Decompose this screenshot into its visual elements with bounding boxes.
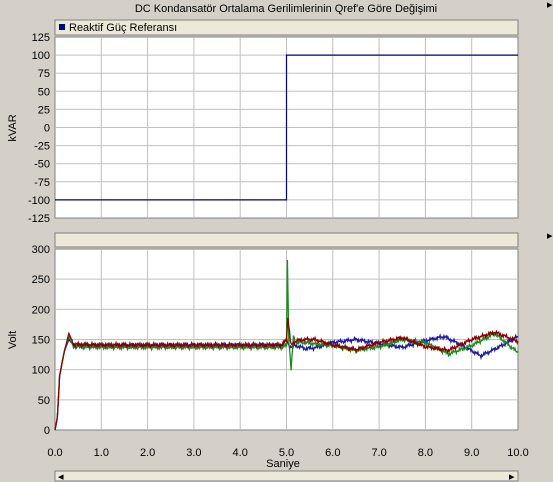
x-tick-label: 1.0 [94, 447, 109, 459]
top-plot: 125 100 75 50 25 0 -25 -50 -75 -100 -125 kVAR [7, 32, 519, 225]
bottom-plot: 300250200150100500 0.0 1.0 2.0 3.0 4.0 5.0 6.0… [7, 244, 529, 470]
legend-swatch-reaktif [59, 24, 65, 30]
y-tick-label: 75 [38, 68, 50, 80]
y-tick-label: -25 [34, 141, 50, 153]
y-tick-label: -100 [28, 195, 50, 207]
x-axis-label: Saniye [266, 458, 300, 470]
y-tick-label: -50 [34, 159, 50, 171]
legend-label-reaktif: Reaktif Güç Referansı [69, 22, 177, 34]
scroll-right-icon[interactable]: ▸ [547, 0, 553, 11]
scroll-right-icon-bottom[interactable]: ▸ [547, 230, 553, 242]
scroll-right-arrow-icon[interactable]: ▸ [509, 471, 515, 482]
x-tick-label: 7.0 [371, 447, 386, 459]
scroll-left-arrow-icon[interactable]: ◂ [58, 471, 64, 482]
y-tick-label: 300 [32, 244, 50, 256]
y-tick-label: 50 [38, 395, 50, 407]
y-tick-label: 125 [32, 32, 50, 44]
x-tick-label: 2.0 [140, 447, 155, 459]
chart-canvas: DC Kondansatör Ortalama Gerilimlerinin Q… [7, 0, 553, 482]
x-tick-label: 0.0 [47, 447, 62, 459]
y-axis-label-top: kVAR [7, 114, 19, 141]
y-tick-label: 150 [32, 335, 50, 347]
y-tick-label: 200 [32, 304, 50, 316]
x-tick-label: 9.0 [464, 447, 479, 459]
y-tick-label: 100 [32, 50, 50, 62]
x-tick-label: 3.0 [186, 447, 201, 459]
x-tick-label: 6.0 [325, 447, 340, 459]
y-tick-label: 250 [32, 274, 50, 286]
y-tick-label: 0 [44, 123, 50, 135]
y-tick-label: -125 [28, 213, 50, 225]
x-tick-label: 10.0 [507, 447, 528, 459]
x-tick-label: 8.0 [418, 447, 433, 459]
y-tick-label: 50 [38, 86, 50, 98]
chart-window: DC Kondansatör Ortalama Gerilimlerinin Q… [0, 0, 553, 482]
legend-bar-bottom [54, 232, 519, 248]
horizontal-scrollbar[interactable] [54, 470, 519, 482]
x-tick-label: 4.0 [233, 447, 248, 459]
chart-title: DC Kondansatör Ortalama Gerilimlerinin Q… [135, 3, 437, 15]
y-tick-label: 0 [44, 425, 50, 437]
y-tick-label: -75 [34, 177, 50, 189]
y-tick-label: 25 [38, 104, 50, 116]
y-axis-label-bottom: Volt [7, 331, 19, 349]
y-tick-label: 100 [32, 365, 50, 377]
